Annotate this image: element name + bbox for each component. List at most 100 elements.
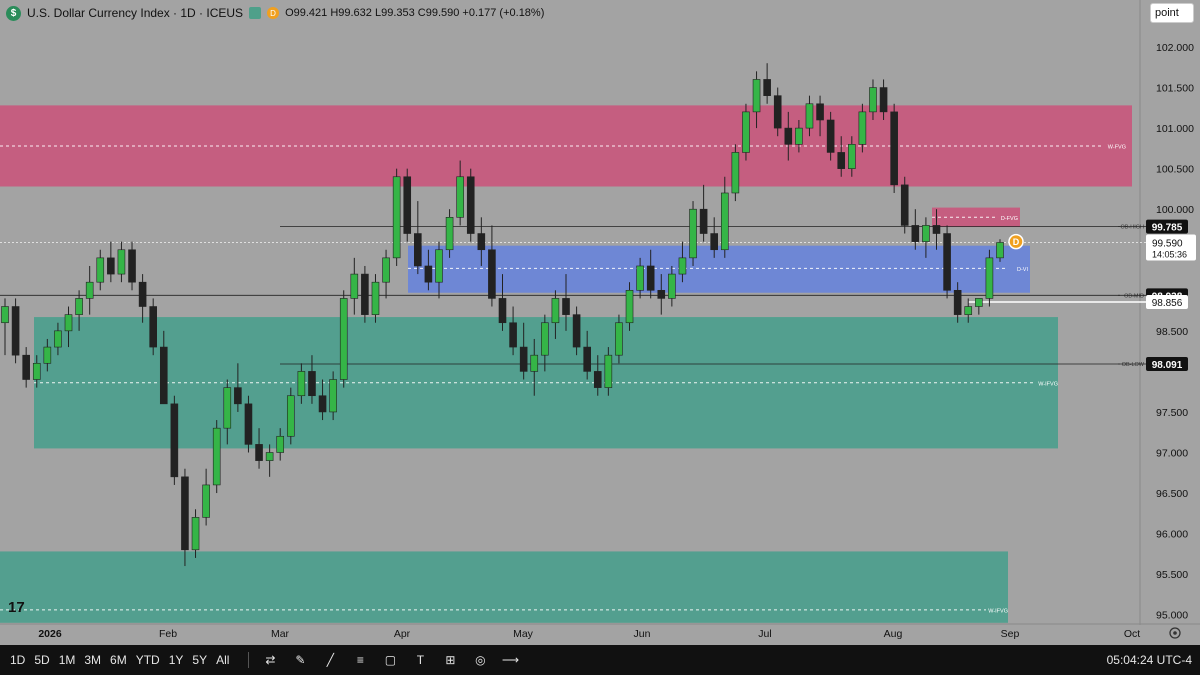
y-tick-label: 97.000	[1156, 448, 1188, 460]
y-tick-label: 96.000	[1156, 529, 1188, 541]
candle-bullish	[297, 371, 306, 397]
range-selector: 1D 5D 1M 3M 6M YTD 1Y 5Y All	[10, 653, 238, 667]
x-tick-label: Oct	[1124, 628, 1140, 640]
candle-bearish	[138, 281, 147, 307]
range-5d[interactable]: 5D	[34, 653, 49, 667]
candle-bearish	[879, 87, 888, 113]
arrow-line-icon[interactable]: ⟶	[501, 651, 519, 669]
bottom-toolbar: 1D 5D 1M 3M 6M YTD 1Y 5Y All ⇄ ✎ ╱ ≡ ▢ T ⊞ ◎ ⟶ 05:04:24 …	[0, 645, 1200, 675]
candle-bullish	[996, 242, 1004, 259]
candle-bullish	[339, 298, 348, 380]
candle-bullish	[75, 298, 83, 315]
candle-bearish	[22, 354, 30, 380]
candle-bearish	[181, 476, 189, 551]
candle-bullish	[223, 387, 232, 429]
x-tick-label: Sep	[1001, 628, 1020, 640]
candle-bearish	[170, 403, 179, 478]
candle-countdown: 14:05:36	[1152, 249, 1187, 259]
candle-bullish	[752, 79, 761, 113]
candle-bearish	[699, 208, 708, 234]
level-label: OB-MID	[1124, 293, 1144, 299]
candle-bearish	[773, 95, 782, 129]
price-axis	[1140, 0, 1200, 645]
candle-bullish	[848, 144, 856, 169]
zone-label: W-IFVG	[1038, 381, 1058, 387]
candle-bullish	[689, 208, 697, 259]
candle-bullish	[212, 427, 221, 486]
candle-bullish	[551, 298, 560, 324]
candle-bearish	[234, 387, 242, 405]
level-label: OB-LOW	[1122, 362, 1145, 368]
candle-bearish	[414, 233, 422, 267]
range-5y[interactable]: 5Y	[192, 653, 207, 667]
candle-bullish	[858, 111, 867, 145]
candle-bullish	[329, 379, 337, 413]
candle-bearish	[128, 249, 136, 283]
candle-bearish	[403, 176, 412, 234]
x-tick-label: Jul	[758, 628, 771, 640]
drawing-tools: ⇄ ✎ ╱ ≡ ▢ T ⊞ ◎ ⟶	[249, 651, 519, 669]
range-ytd[interactable]: YTD	[136, 653, 160, 667]
trend-line-icon[interactable]: ╱	[321, 651, 339, 669]
candle-bearish	[763, 79, 771, 96]
candle-bearish	[159, 346, 168, 405]
candle-bearish	[900, 184, 909, 226]
level-label: OB-HIGH	[1120, 225, 1144, 231]
candle-bearish	[509, 322, 517, 348]
price-chart[interactable]: W-FVG D-FVG D-VI W-IFVG W-IFVG OB-HIGH 99.785 O…	[0, 0, 1200, 645]
price-tag-text: 99.785	[1152, 223, 1183, 234]
y-tick-label: 97.500	[1156, 407, 1188, 419]
brush-icon[interactable]: ✎	[291, 651, 309, 669]
candle-bullish	[96, 257, 105, 283]
measure-icon[interactable]: ⊞	[441, 651, 459, 669]
candle-bullish	[435, 249, 443, 283]
candle-bullish	[625, 289, 634, 324]
candle-bullish	[191, 517, 200, 551]
candle-bearish	[361, 273, 369, 315]
candle-bearish	[953, 289, 962, 315]
y-tick-label: 101.500	[1156, 83, 1194, 95]
candle-bullish	[276, 435, 285, 453]
x-tick-label: Feb	[159, 628, 177, 640]
delay-badge-icon: D	[267, 7, 280, 19]
x-tick-label: Apr	[394, 628, 411, 640]
candle-bearish	[657, 289, 666, 299]
candle-bullish	[286, 395, 295, 437]
candle-bearish	[911, 225, 920, 242]
range-1y[interactable]: 1Y	[169, 653, 184, 667]
candle-bullish	[964, 306, 973, 315]
rectangle-icon[interactable]: ▢	[381, 651, 399, 669]
candle-bearish	[466, 176, 475, 234]
candle-bullish	[64, 314, 73, 332]
y-tick-label: 96.500	[1156, 488, 1188, 500]
point-button[interactable]: point	[1150, 3, 1194, 23]
axis-settings-icon-core	[1173, 631, 1177, 635]
candle-bearish	[646, 265, 655, 291]
candle-bullish	[869, 87, 877, 113]
candle-bullish	[985, 257, 994, 299]
text-icon[interactable]: T	[411, 651, 429, 669]
price-tag-text: 98.091	[1152, 360, 1183, 371]
candle-bullish	[382, 257, 390, 283]
fib-icon[interactable]: ≡	[351, 651, 369, 669]
candle-bearish	[826, 119, 835, 153]
candle-bearish	[318, 395, 327, 413]
y-tick-label: 100.500	[1156, 164, 1194, 176]
candle-bullish	[117, 249, 126, 275]
candle-bullish	[32, 362, 41, 380]
symbol-title[interactable]: U.S. Dollar Currency Index · 1D · ICEUS	[27, 6, 243, 20]
range-1d[interactable]: 1D	[10, 653, 25, 667]
candle-bearish	[562, 298, 570, 315]
x-tick-label: 2026	[38, 628, 62, 640]
candle-bullish	[795, 127, 803, 145]
range-1m[interactable]: 1M	[59, 653, 76, 667]
range-6m[interactable]: 6M	[110, 653, 127, 667]
candle-bearish	[837, 152, 846, 169]
candle-bullish	[678, 257, 687, 275]
range-3m[interactable]: 3M	[84, 653, 101, 667]
target-icon[interactable]: ◎	[471, 651, 489, 669]
candle-bullish	[668, 273, 676, 299]
compare-icon[interactable]: ⇄	[261, 651, 279, 669]
ohlc-readout: O99.421 H99.632 L99.353 C99.590 +0.177 (…	[285, 7, 545, 19]
range-all[interactable]: All	[216, 653, 229, 667]
